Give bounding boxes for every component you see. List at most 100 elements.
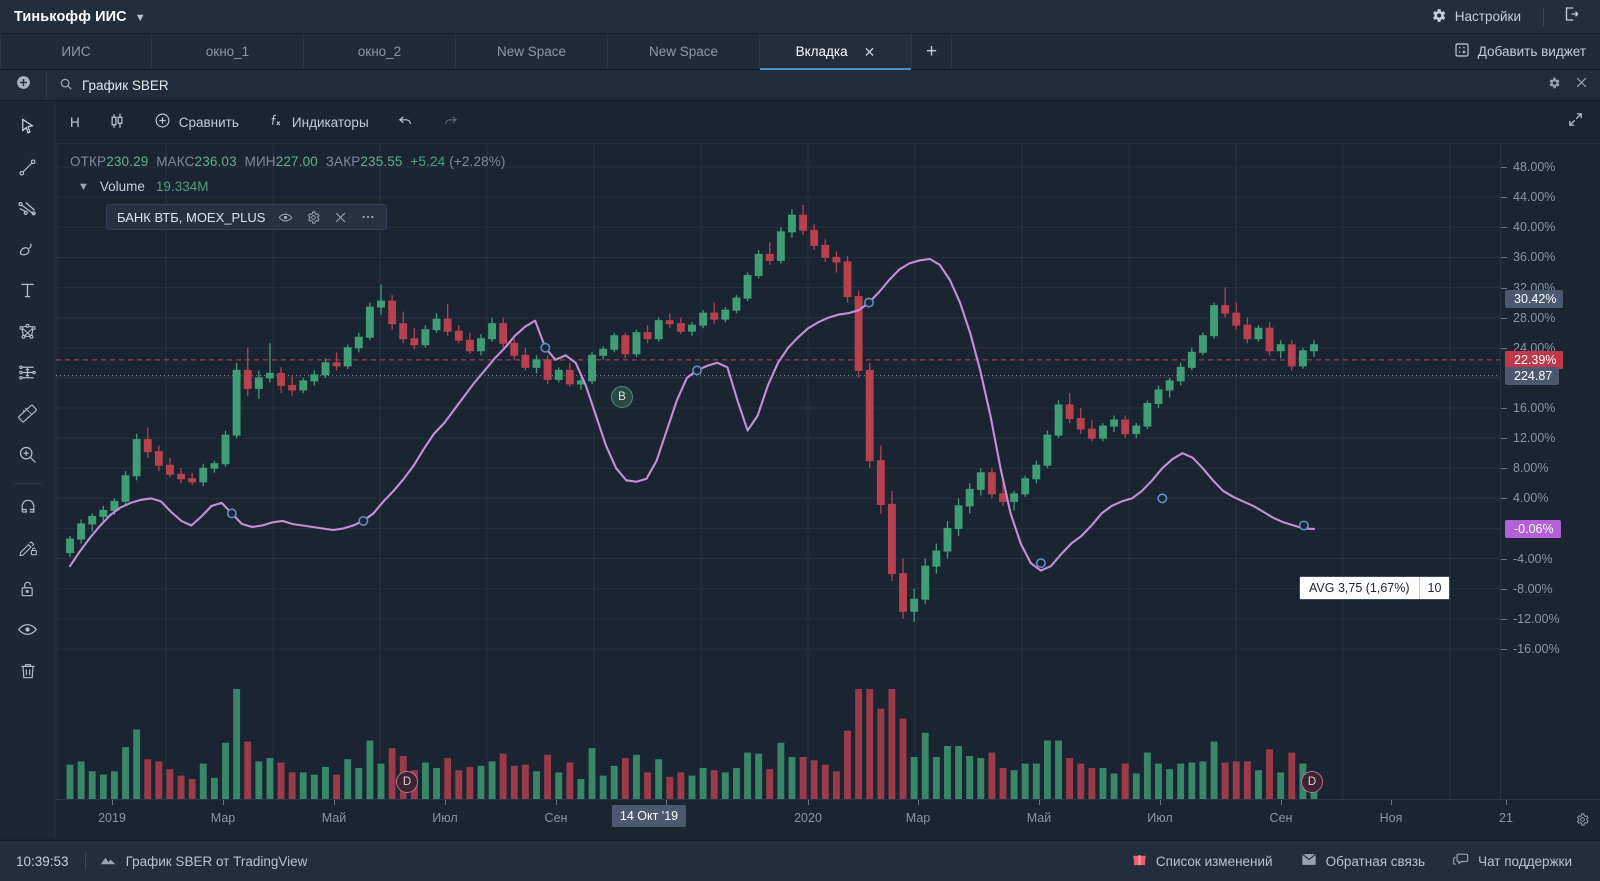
eye-icon[interactable] bbox=[278, 210, 293, 225]
close-icon[interactable] bbox=[1575, 76, 1588, 94]
price-axis-tick: -16.00% bbox=[1513, 641, 1560, 656]
study-legend[interactable]: БАНК ВТБ, MOEX_PLUS bbox=[106, 204, 388, 230]
tab-okno-1[interactable]: окно_1 bbox=[152, 34, 304, 69]
forecast-tool[interactable] bbox=[8, 355, 48, 395]
price-axis-tick-mark bbox=[1501, 558, 1507, 560]
price-axis-tick: 40.00% bbox=[1513, 220, 1556, 235]
price-axis-tick-mark bbox=[1501, 468, 1507, 470]
status-bar-actions: Список изменений Обратная связь Чат подд… bbox=[1118, 852, 1600, 870]
drawing-mode-tool[interactable] bbox=[8, 530, 48, 570]
indicators-button[interactable]: Индикаторы bbox=[253, 101, 383, 143]
chart-plot[interactable] bbox=[56, 144, 1500, 838]
avg-tooltip[interactable]: AVG 3,75 (1,67%) 10 bbox=[1299, 576, 1451, 600]
price-axis[interactable]: 48.00% 44.00% 40.00% 36.00% 32.00% 28.00% 24.0… bbox=[1500, 144, 1600, 838]
time-axis-tick: Май bbox=[1026, 811, 1052, 825]
pencil-lock-icon bbox=[18, 538, 38, 563]
zoom-tool[interactable] bbox=[8, 437, 48, 477]
feedback-button[interactable]: Обратная связь bbox=[1287, 853, 1439, 869]
chart-marker-dividend[interactable]: D bbox=[1301, 771, 1323, 793]
tab-vkladka[interactable]: Вкладка ✕ bbox=[760, 34, 912, 70]
time-axis-tick: Июл bbox=[432, 811, 458, 825]
gear-icon[interactable] bbox=[306, 210, 321, 225]
add-widget-label: Добавить виджет bbox=[1477, 44, 1586, 59]
add-widget-button[interactable]: Добавить виджет bbox=[1454, 34, 1600, 69]
compare-button[interactable]: Сравнить bbox=[140, 101, 253, 143]
text-tool[interactable] bbox=[8, 273, 48, 313]
time-axis-tick-mark bbox=[1039, 800, 1040, 805]
logout-button[interactable] bbox=[1554, 1, 1588, 32]
tab-iis[interactable]: ИИС bbox=[0, 34, 152, 69]
pitchfork-tool[interactable] bbox=[8, 191, 48, 231]
text-icon bbox=[17, 280, 38, 306]
top-bar: Тинькофф ИИС ▼ Настройки bbox=[0, 0, 1600, 34]
chart-source[interactable]: График SBER от TradingView bbox=[86, 853, 322, 870]
changelog-button[interactable]: Список изменений bbox=[1118, 852, 1287, 870]
pitchfork-icon bbox=[17, 198, 38, 224]
tab-new-space-2[interactable]: New Space bbox=[608, 34, 760, 69]
brush-icon bbox=[17, 239, 38, 265]
time-axis-tick-mark bbox=[112, 800, 113, 805]
time-axis-selected-label[interactable]: 14 Окт '19 bbox=[611, 805, 687, 827]
volume-legend[interactable]: ▼ Volume 19.334M bbox=[78, 179, 208, 194]
price-axis-badge[interactable]: 224.87 bbox=[1505, 366, 1560, 385]
close-value: 235.55 bbox=[360, 154, 403, 169]
widget-header: График SBER bbox=[0, 70, 1600, 101]
open-label: ОТКР bbox=[70, 154, 107, 169]
cursor-tool[interactable] bbox=[8, 109, 48, 149]
fullscreen-button[interactable] bbox=[1567, 111, 1600, 133]
hide-drawings-tool[interactable] bbox=[8, 612, 48, 652]
close-icon[interactable] bbox=[334, 211, 347, 224]
add-instrument-button[interactable] bbox=[0, 74, 46, 96]
time-axis-tick-mark bbox=[1506, 800, 1507, 805]
forecast-icon bbox=[17, 362, 38, 388]
time-axis-tick-mark bbox=[1281, 800, 1282, 805]
chevron-down-icon[interactable]: ▼ bbox=[78, 181, 89, 193]
tab-label: New Space bbox=[648, 44, 719, 59]
chart-marker-buy[interactable]: B bbox=[611, 386, 633, 408]
settings-button[interactable]: Настройки bbox=[1418, 3, 1533, 31]
patterns-tool[interactable] bbox=[8, 314, 48, 354]
chart-type-button[interactable] bbox=[94, 101, 140, 143]
tab-label: окно_1 bbox=[205, 44, 250, 59]
price-axis-tick: 28.00% bbox=[1513, 310, 1556, 325]
price-axis-badge[interactable]: -0.06% bbox=[1505, 519, 1561, 538]
redo-button[interactable] bbox=[428, 101, 473, 143]
more-icon[interactable] bbox=[360, 209, 376, 225]
price-axis-tick-mark bbox=[1501, 197, 1507, 199]
brand[interactable]: Тинькофф ИИС ▼ bbox=[0, 9, 146, 25]
support-chat-button[interactable]: Чат поддержки bbox=[1439, 852, 1586, 870]
chart-settings-button[interactable] bbox=[1575, 812, 1590, 832]
settings-label: Настройки bbox=[1454, 9, 1521, 24]
lock-icon bbox=[18, 579, 38, 604]
divider bbox=[1543, 7, 1544, 26]
close-icon[interactable]: ✕ bbox=[864, 45, 876, 59]
ruler-icon bbox=[17, 403, 38, 429]
lock-drawings-tool[interactable] bbox=[8, 571, 48, 611]
tab-new-space-1[interactable]: New Space bbox=[456, 34, 608, 69]
interval-button[interactable]: Н bbox=[56, 101, 94, 143]
measure-tool[interactable] bbox=[8, 396, 48, 436]
price-axis-tick-mark bbox=[1501, 618, 1507, 620]
time-axis[interactable]: 2019МарМайИюлСенНоя2020МарМайИюлСенНоя21… bbox=[56, 799, 1600, 840]
magnet-tool[interactable] bbox=[8, 489, 48, 529]
indicators-label: Индикаторы bbox=[291, 114, 369, 130]
chart-marker-dividend[interactable]: D bbox=[396, 771, 418, 793]
avg-tooltip-label: AVG 3,75 (1,67%) bbox=[1300, 577, 1419, 599]
price-axis-badge[interactable]: 30.42% bbox=[1505, 290, 1564, 309]
time-axis-tick-mark bbox=[918, 800, 919, 805]
undo-button[interactable] bbox=[383, 101, 428, 143]
remove-drawings-tool[interactable] bbox=[8, 653, 48, 693]
tab-okno-2[interactable]: окно_2 bbox=[304, 34, 456, 69]
add-tab-button[interactable]: + bbox=[912, 34, 952, 69]
chart-canvas[interactable]: ОТКР230.29 МАКС236.03 МИН227.00 ЗАКР235.… bbox=[56, 144, 1600, 838]
chevron-down-icon[interactable]: ▼ bbox=[135, 12, 146, 24]
ohlc-legend: ОТКР230.29 МАКС236.03 МИН227.00 ЗАКР235.… bbox=[70, 154, 506, 169]
high-value: 236.03 bbox=[194, 154, 237, 169]
plus-circle-icon bbox=[15, 74, 32, 96]
gear-icon[interactable] bbox=[1547, 76, 1561, 95]
widget-title: График SBER bbox=[82, 77, 169, 93]
time-axis-tick: Июл bbox=[1147, 811, 1173, 825]
brush-tool[interactable] bbox=[8, 232, 48, 272]
trend-line-tool[interactable] bbox=[8, 150, 48, 190]
search-input[interactable]: График SBER bbox=[46, 70, 1547, 100]
